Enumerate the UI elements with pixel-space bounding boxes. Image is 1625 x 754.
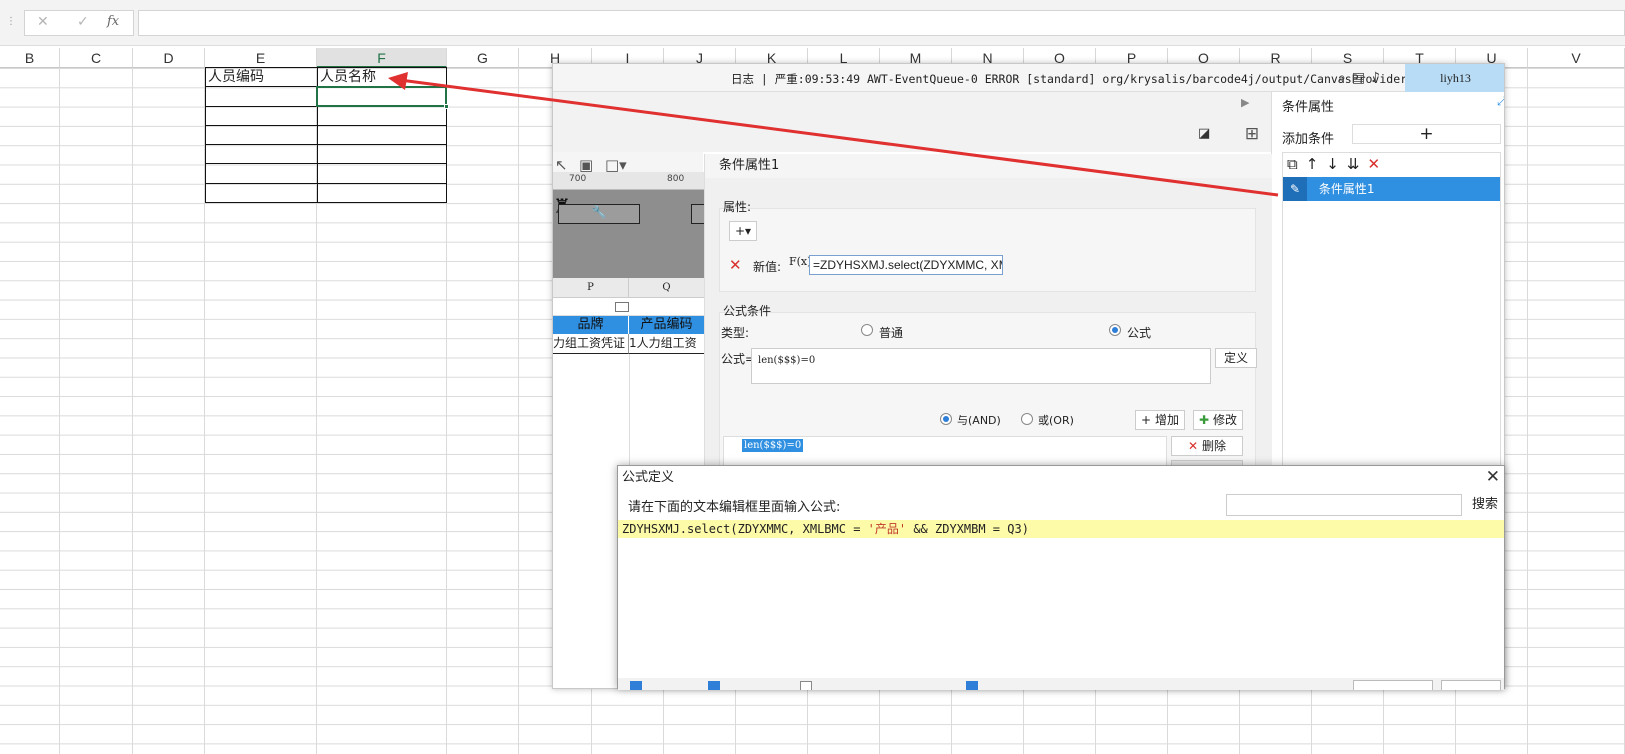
- screen: ⋮ ✕ ✓ fx BCDEFGHIJKLMNOPQRSTUV 人员编码 人员名称…: [0, 0, 1625, 754]
- annotation-arrow: [388, 72, 1279, 197]
- arrow-head: [388, 72, 408, 90]
- arrow-line: [399, 78, 1279, 197]
